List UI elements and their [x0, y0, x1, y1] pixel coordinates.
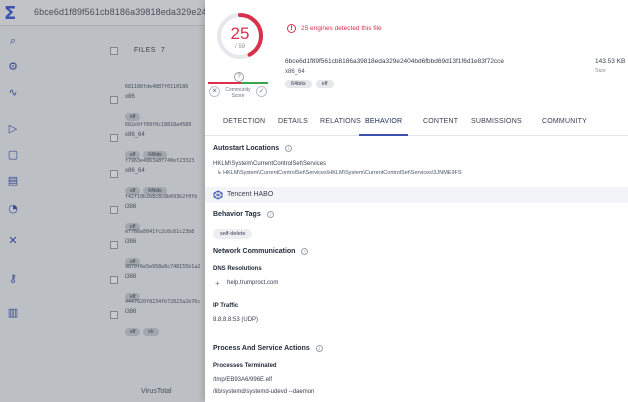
- file-tags: 64bits elf: [285, 80, 338, 88]
- file-size: 143.53 KB: [595, 58, 626, 65]
- ip-traffic-title: IP Traffic: [213, 303, 239, 309]
- community-score-label: Community Score: [225, 87, 251, 99]
- tab-community[interactable]: COMMUNITY: [542, 108, 587, 136]
- info-icon[interactable]: i: [301, 248, 309, 255]
- expand-icon[interactable]: +: [215, 279, 220, 288]
- terminated-title: Processes Terminated: [213, 363, 277, 369]
- alert-icon: !: [287, 24, 296, 33]
- upvote-icon[interactable]: ✓: [256, 86, 267, 97]
- ip-entry[interactable]: 8.8.8.8:53 (UDP): [213, 317, 258, 323]
- tab-details[interactable]: DETAILS: [278, 108, 308, 136]
- detection-total: / 59: [234, 44, 245, 50]
- file-size-label: Size: [595, 68, 606, 74]
- sandbox-name: Tencent HABO: [227, 191, 274, 198]
- autostart-value: ↳ HKLM\System\CurrentControlSet\Services…: [217, 170, 462, 176]
- file-hash[interactable]: 6bce6d1f89f561cb8186a39818eda329e2404bd6…: [285, 58, 504, 65]
- behavior-tags-title: Behavior Tags i: [213, 211, 274, 218]
- file-tag[interactable]: elf: [315, 80, 334, 88]
- info-icon[interactable]: i: [266, 211, 274, 218]
- dns-title: DNS Resolutions: [213, 266, 262, 272]
- alert-text: 25 engines detected this file: [301, 25, 382, 32]
- detection-alert: ! 25 engines detected this file: [287, 24, 382, 33]
- process-title: Process And Service Actions i: [213, 345, 323, 352]
- info-icon[interactable]: i: [315, 345, 323, 352]
- info-icon[interactable]: i: [285, 145, 293, 152]
- community-marker-icon: ?: [234, 72, 244, 82]
- community-score-bar: [208, 82, 268, 84]
- file-report-pane: 25 / 59 ? ✕ Community Score ✓ ! 25 engin…: [205, 0, 628, 402]
- behavior-tag[interactable]: self-delete: [213, 229, 253, 239]
- terminated-process: /tmp/EB93A6/996E.elf: [213, 377, 273, 383]
- tab-detection[interactable]: DETECTION: [223, 108, 265, 136]
- downvote-icon[interactable]: ✕: [209, 86, 220, 97]
- tab-behavior[interactable]: BEHAVIOR: [359, 108, 409, 136]
- file-name: x86_64: [285, 69, 305, 75]
- file-tag[interactable]: 64bits: [285, 80, 312, 88]
- network-title: Network Communication i: [213, 248, 309, 255]
- tab-relations[interactable]: RELATIONS: [320, 108, 361, 136]
- report-tabs: DETECTION DETAILS RELATIONS BEHAVIOR CON…: [205, 108, 628, 136]
- dns-entry[interactable]: help.trumproct.com: [227, 280, 278, 286]
- autostart-title: Autostart Locations i: [213, 145, 293, 152]
- autostart-key: HKLM\System\CurrentControlSet\Services: [213, 161, 327, 167]
- tab-submissions[interactable]: SUBMISSIONS: [471, 108, 522, 136]
- sandbox-logo-icon: [213, 190, 223, 200]
- detection-count: 25: [230, 24, 250, 43]
- tab-content[interactable]: CONTENT: [423, 108, 458, 136]
- terminated-process: /lib/systemd/systemd-udevd --daemon: [213, 389, 315, 395]
